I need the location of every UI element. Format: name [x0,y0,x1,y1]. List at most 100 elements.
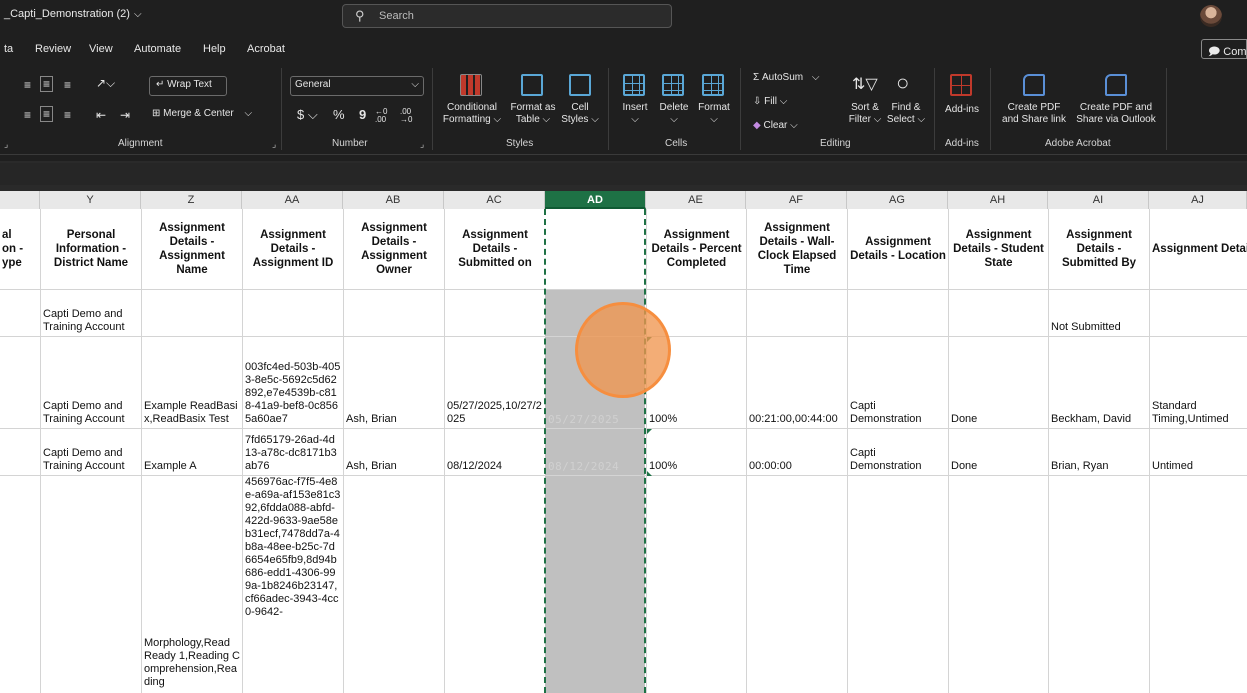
cell-header-assignment-name[interactable]: Assignment Details - Assignment Name [142,209,242,289]
cell-header-location[interactable]: Assignment Details - Location [848,209,948,289]
table-cell[interactable]: 05/27/2025,10/27/2025 [445,337,545,428]
table-cell[interactable]: Beckham, David [1049,337,1149,428]
table-cell[interactable]: 08/12/2024 [445,429,545,475]
align-top-icon[interactable]: ≡ [24,78,31,92]
table-cell[interactable]: Standard Timing,Untimed [1150,337,1247,428]
spreadsheet-grid[interactable]: al on - ype Personal Information - Distr… [0,209,1247,693]
cell-header-x[interactable]: al on - ype [0,209,40,289]
increase-indent-icon[interactable]: ⇥ [120,108,130,122]
table-cell[interactable]: Untimed [1150,429,1247,475]
table-cell[interactable]: Capti Demo and Training Account [41,429,141,475]
merge-center-button[interactable]: ⊞ Merge & Center ⌵ [152,108,252,119]
table-cell[interactable]: Brian, Ryan [1049,429,1149,475]
comments-button[interactable]: 🗩 Com [1201,39,1247,59]
format-as-table-button[interactable]: Format as Table ⌵ [505,102,561,126]
table-cell[interactable]: 003fc4ed-503b-4053-8e5c-5692c5d62892,e7e… [243,337,343,428]
autosum-button[interactable]: Σ AutoSum ⌵ [753,72,819,83]
menu-help[interactable]: Help [203,43,226,55]
formula-bar-input[interactable] [0,163,1247,185]
cell-text: 7fd65179-26ad-4d13-a78c-dc8171b3ab76 [245,434,337,472]
column-header-aa[interactable]: AA [242,191,343,209]
table-cell[interactable]: 7fd65179-26ad-4d13-a78c-dc8171b3ab76 [243,429,343,475]
cf-label-2: Formatting ⌵ [442,114,502,125]
menu-data[interactable]: ta [4,43,13,55]
number-format-select[interactable]: General ⌵ [290,76,424,96]
cell-header-time-accommodation[interactable]: Assignment Details - Time Accommodation [1150,209,1247,289]
column-header-aj[interactable]: AJ [1149,191,1247,209]
wrap-text-button[interactable]: ↵ Wrap Text [149,76,227,96]
table-cell[interactable]: 100% [647,429,746,475]
table-cell[interactable]: 00:21:00,00:44:00 [747,337,847,428]
increase-decimal-button[interactable]: ←0 .00 [375,108,395,124]
column-header-x[interactable] [0,191,40,209]
fill-button[interactable]: ⇩ Fill ⌵ [753,96,787,107]
add-ins-button[interactable]: Add-ins [942,104,982,115]
align-left-icon[interactable]: ≡ [24,108,31,122]
search-box[interactable]: ⚲ Search [342,4,672,28]
table-cell[interactable]: Ash, Brian [344,429,444,475]
cell-styles-button[interactable]: Cell Styles ⌵ [560,102,600,126]
column-header-z[interactable]: Z [141,191,242,209]
table-cell[interactable]: Done [949,337,1048,428]
column-header-ai[interactable]: AI [1048,191,1149,209]
dialog-launcher-icon[interactable]: ⌟ [4,139,8,150]
cell-header-submitted-by[interactable]: Assignment Details - Submitted By [1049,209,1149,289]
table-cell[interactable]: Example A [142,429,242,475]
delete-button[interactable]: Delete ⌵ [656,102,692,126]
insert-label: Insert [622,102,648,113]
comma-style-button[interactable]: 9 [359,107,366,122]
column-header-ae[interactable]: AE [646,191,746,209]
column-header-y[interactable]: Y [40,191,141,209]
align-middle-icon[interactable]: ≡ [40,76,54,92]
cell-header-student-state[interactable]: Assignment Details - Student State [949,209,1048,289]
cell-header-submitted-on[interactable]: Assignment Details - Submitted on [445,209,545,289]
column-header-ad[interactable]: AD [545,191,646,209]
cell-header-assignment-id[interactable]: Assignment Details - Assignment ID [243,209,343,289]
sort-filter-button[interactable]: Sort & Filter ⌵ [845,102,885,126]
column-header-af[interactable]: AF [746,191,847,209]
cell-header-percent-completed[interactable]: Assignment Details - Percent Completed [647,209,746,289]
currency-button[interactable]: $ ⌵ [297,107,318,123]
user-avatar[interactable] [1200,5,1222,27]
document-title[interactable]: _Capti_Demonstration (2) ⌵ [4,8,142,20]
create-pdf-outlook-button[interactable]: Create PDF and Share via Outlook [1072,102,1160,126]
dialog-launcher-icon[interactable]: ⌟ [420,139,424,150]
table-cell[interactable]: 00:00:00 [747,429,847,475]
find-select-button[interactable]: Find & Select ⌵ [885,102,927,126]
insert-button[interactable]: Insert ⌵ [617,102,653,126]
table-cell[interactable]: Capti Demo and Training Account [41,290,141,336]
table-cell[interactable]: Morphology,Read Ready 1,Reading Comprehe… [142,637,242,693]
table-cell[interactable]: 456976ac-f7f5-4e8e-a69a-af153e81c392,6fd… [243,476,343,693]
format-button[interactable]: Format ⌵ [695,102,733,126]
orientation-icon[interactable]: ↗⌵ [96,76,115,91]
chevron-down-icon: ⌵ [811,72,820,83]
column-header-ag[interactable]: AG [847,191,948,209]
clear-button[interactable]: ◆ Clear ⌵ [753,120,798,131]
cell-header-elapsed-time[interactable]: Assignment Details - Wall-Clock Elapsed … [747,209,847,289]
menu-review[interactable]: Review [35,43,71,55]
decrease-decimal-button[interactable]: .00 →0 [400,108,420,124]
cell-header-assignment-owner[interactable]: Assignment Details - Assignment Owner [344,209,444,289]
create-pdf-share-button[interactable]: Create PDF and Share link [997,102,1071,126]
menu-view[interactable]: View [89,43,113,55]
align-center-icon[interactable]: ≡ [40,106,54,122]
column-header-ac[interactable]: AC [444,191,545,209]
align-right-icon[interactable]: ≡ [64,108,71,122]
percent-button[interactable]: % [333,107,345,122]
column-header-ab[interactable]: AB [343,191,444,209]
table-cell[interactable]: Ash, Brian [344,337,444,428]
table-cell[interactable]: Capti Demo and Training Account [41,337,141,428]
table-cell[interactable]: Example ReadBasix,ReadBasix Test [142,337,242,428]
menu-acrobat[interactable]: Acrobat [247,43,285,55]
table-cell[interactable]: Done [949,429,1048,475]
table-cell[interactable]: Not Submitted [1049,290,1149,336]
conditional-formatting-button[interactable]: Conditional Formatting ⌵ [441,102,503,126]
column-header-ah[interactable]: AH [948,191,1048,209]
dialog-launcher-icon[interactable]: ⌟ [272,139,276,150]
menu-automate[interactable]: Automate [134,43,181,55]
table-cell[interactable]: Capti Demonstration [848,429,948,475]
decrease-indent-icon[interactable]: ⇤ [96,108,106,122]
align-bottom-icon[interactable]: ≡ [64,78,71,92]
cell-header-district-name[interactable]: Personal Information - District Name [41,209,141,289]
table-cell[interactable]: Capti Demonstration [848,337,948,428]
